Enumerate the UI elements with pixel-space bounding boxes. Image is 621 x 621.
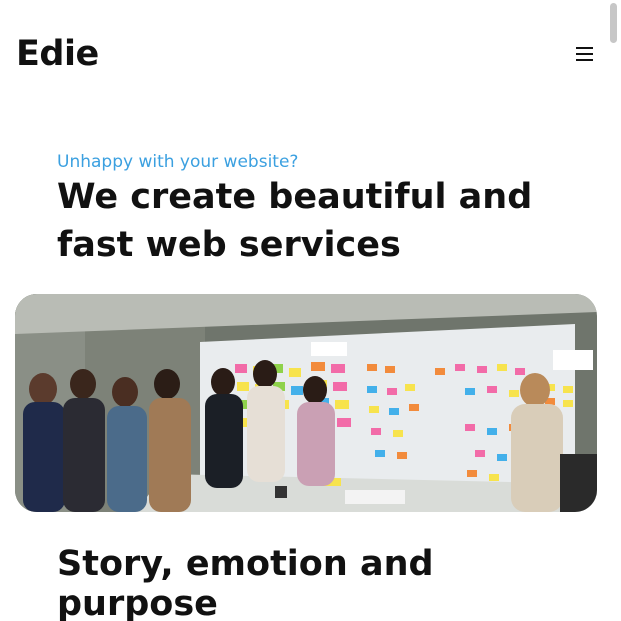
section-title: Story, emotion and purpose [57,544,434,621]
hero-image [15,294,597,512]
site-header: Edie [0,0,621,108]
hamburger-menu-icon[interactable] [575,46,595,62]
hero-headline: We create beautiful and fast web service… [57,177,533,265]
site-logo[interactable]: Edie [16,30,99,78]
hero-eyebrow: Unhappy with your website? [57,152,299,172]
page: Edie Unhappy with your website? We creat… [0,0,621,621]
